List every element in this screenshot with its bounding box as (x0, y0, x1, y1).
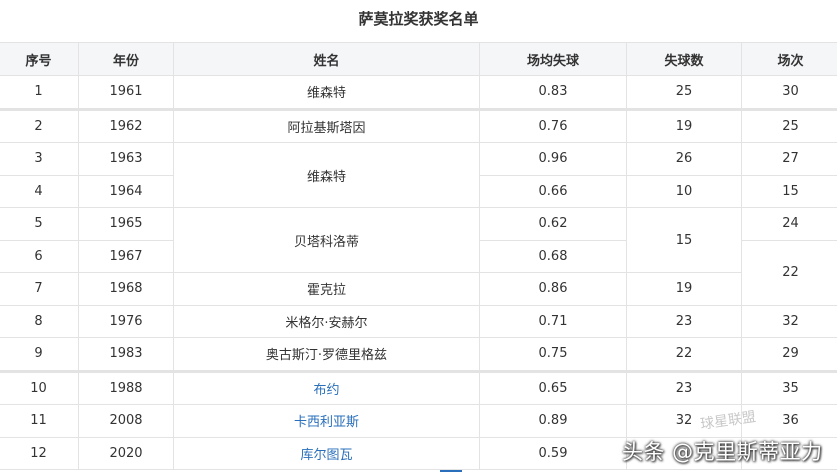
cell-name: 霍克拉 (173, 272, 480, 306)
cell-matches: 25 (741, 107, 837, 143)
cell-avg: 0.68 (479, 239, 627, 273)
watermark: 头条 @克里斯蒂亚力 (622, 433, 823, 469)
cell-matches: 32 (741, 304, 837, 338)
player-link[interactable]: 卡西利亚斯 (173, 404, 480, 438)
cell-avg: 0.89 (479, 404, 627, 438)
cell-avg: 0.86 (479, 272, 627, 306)
table-row: 10 1988 布约 0.65 23 35 (0, 369, 837, 405)
cell-avg: 0.59 (479, 436, 627, 470)
cell-matches-merged: 22 (741, 239, 837, 306)
header-avg-conceded: 场均失球 (479, 42, 627, 76)
cell-index: 4 (0, 174, 79, 208)
cell-matches: 27 (741, 142, 837, 176)
cell-avg: 0.71 (479, 304, 627, 338)
cell-name: 阿拉基斯塔因 (173, 107, 480, 143)
cell-matches: 30 (741, 75, 837, 110)
cell-name-merged: 贝塔科洛蒂 (173, 207, 480, 273)
table-row: 8 1976 米格尔·安赫尔 0.71 23 32 (0, 304, 837, 338)
cell-name: 维森特 (173, 75, 480, 110)
cell-matches: 29 (741, 337, 837, 372)
cell-avg: 0.75 (479, 337, 627, 372)
cell-index: 9 (0, 337, 79, 372)
cell-year: 1964 (78, 174, 174, 208)
cell-index: 3 (0, 142, 79, 176)
cell-year: 1965 (78, 207, 174, 241)
cell-index: 7 (0, 272, 79, 306)
watermark-text: 头条 @克里斯蒂亚力 (622, 440, 823, 464)
cell-avg: 0.96 (479, 142, 627, 176)
cell-year: 1988 (78, 369, 174, 405)
cell-conceded: 26 (626, 142, 742, 176)
cell-conceded: 23 (626, 369, 742, 405)
header-index: 序号 (0, 42, 79, 76)
cell-year: 1983 (78, 337, 174, 372)
cell-avg: 0.83 (479, 75, 627, 110)
cell-year: 1961 (78, 75, 174, 110)
cell-avg: 0.76 (479, 107, 627, 143)
header-name: 姓名 (173, 42, 480, 76)
cell-year: 2008 (78, 404, 174, 438)
cell-name: 奥古斯汀·罗德里格兹 (173, 337, 480, 372)
header-year: 年份 (78, 42, 174, 76)
award-table: 序号 年份 姓名 场均失球 失球数 场次 1 1961 维森特 0.83 25 … (0, 42, 837, 470)
cell-conceded-merged: 15 (626, 207, 742, 273)
cell-matches: 15 (741, 174, 837, 208)
header-conceded: 失球数 (626, 42, 742, 76)
cell-year: 1963 (78, 142, 174, 176)
cell-avg: 0.66 (479, 174, 627, 208)
table-row: 1 1961 维森特 0.83 25 30 (0, 75, 837, 110)
cell-avg: 0.65 (479, 369, 627, 405)
cell-index: 11 (0, 404, 79, 438)
cell-index: 6 (0, 239, 79, 273)
cell-name: 米格尔·安赫尔 (173, 304, 480, 338)
footer-link-underline (440, 470, 462, 472)
cell-conceded: 10 (626, 174, 742, 208)
cell-conceded: 25 (626, 75, 742, 110)
cell-conceded: 19 (626, 107, 742, 143)
cell-index: 2 (0, 107, 79, 143)
table-header-row: 序号 年份 姓名 场均失球 失球数 场次 (0, 42, 837, 76)
cell-year: 1968 (78, 272, 174, 306)
player-link[interactable]: 布约 (173, 369, 480, 405)
table-row: 9 1983 奥古斯汀·罗德里格兹 0.75 22 29 (0, 337, 837, 372)
cell-conceded: 23 (626, 304, 742, 338)
cell-index: 8 (0, 304, 79, 338)
table-row: 3 1963 维森特 0.96 26 27 (0, 142, 837, 208)
cell-index: 10 (0, 369, 79, 405)
table-row: 7 1968 霍克拉 0.86 19 (0, 272, 837, 306)
cell-matches: 24 (741, 207, 837, 241)
table-row: 2 1962 阿拉基斯塔因 0.76 19 25 (0, 107, 837, 143)
cell-conceded: 19 (626, 272, 742, 306)
cell-name-merged: 维森特 (173, 142, 480, 208)
cell-avg: 0.62 (479, 207, 627, 241)
cell-index: 1 (0, 75, 79, 110)
header-matches: 场次 (741, 42, 837, 76)
cell-year: 1976 (78, 304, 174, 338)
cell-conceded: 22 (626, 337, 742, 372)
cell-matches: 35 (741, 369, 837, 405)
player-link[interactable]: 库尔图瓦 (173, 436, 480, 470)
cell-year: 1967 (78, 239, 174, 273)
cell-index: 12 (0, 436, 79, 470)
cell-index: 5 (0, 207, 79, 241)
table-row: 5 1965 贝塔科洛蒂 0.62 15 24 (0, 207, 837, 273)
cell-year: 2020 (78, 436, 174, 470)
page-title: 萨莫拉奖获奖名单 (358, 10, 479, 28)
cell-year: 1962 (78, 107, 174, 143)
